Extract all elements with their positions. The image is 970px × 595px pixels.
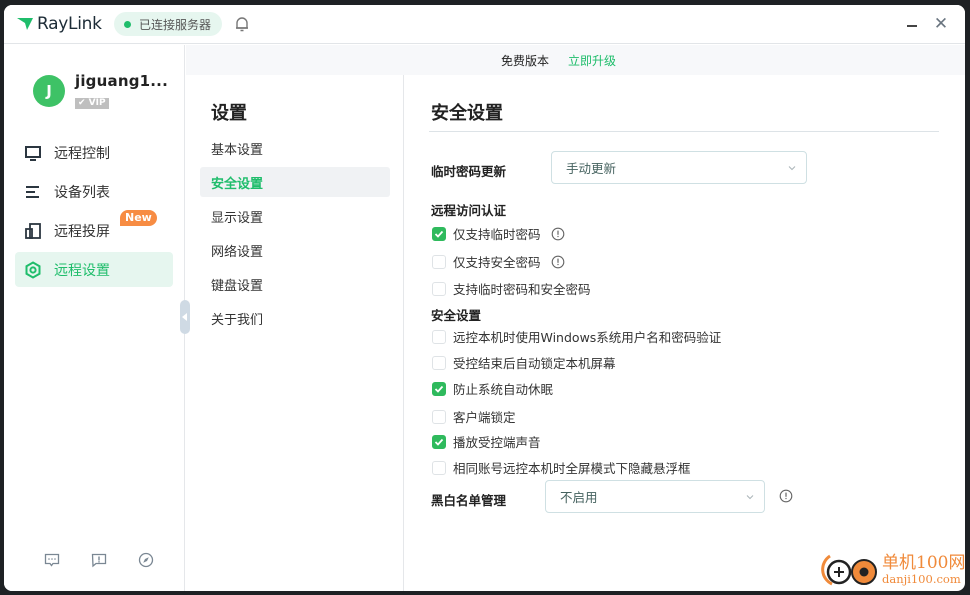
settings-menu-list: 基本设置 安全设置 显示设置 网络设置 键盘设置 关于我们 [200, 133, 390, 337]
watermark-logo-icon [821, 554, 877, 586]
compass-icon[interactable] [138, 552, 154, 568]
option-label: 播放受控端声音 [453, 435, 541, 450]
checkbox-checked[interactable] [432, 226, 446, 241]
monitor-icon [25, 145, 41, 161]
connection-status-badge: 已连接服务器 [114, 12, 223, 36]
sidebar: J jiguang1... ✔ VIP 远程控制 设备列表 远程投屏 New 远… [4, 45, 185, 591]
user-name: jiguang1... [75, 72, 168, 90]
user-profile[interactable]: J jiguang1... ✔ VIP [33, 72, 168, 109]
watermark-cn: 单机100网 [882, 552, 966, 573]
checkbox-checked[interactable] [432, 434, 446, 449]
option-client-lock[interactable]: 客户端锁定 [432, 407, 516, 426]
sidebar-item-label: 远程设置 [54, 262, 110, 279]
settings-menu-title: 设置 [211, 103, 247, 124]
raylink-logo: RayLink [16, 14, 102, 34]
menu-item-keyboard[interactable]: 键盘设置 [200, 269, 390, 299]
checkbox-unchecked[interactable] [432, 281, 446, 296]
option-both-passwords[interactable]: 支持临时密码和安全密码 [432, 279, 591, 298]
checkbox-checked[interactable] [432, 381, 446, 396]
menu-item-about[interactable]: 关于我们 [200, 303, 390, 333]
edition-banner: 免费版本 立即升级 [186, 45, 965, 75]
main-nav: 远程控制 设备列表 远程投屏 New 远程设置 [15, 135, 173, 291]
status-dot-icon [124, 20, 131, 28]
temp-password-update-select[interactable]: 手动更新 [551, 151, 807, 184]
app-window: RayLink 已连接服务器 ✕ J jiguang1... ✔ VIP 远程控… [4, 5, 965, 591]
list-icon [26, 185, 39, 198]
title-bar: RayLink 已连接服务器 ✕ [4, 5, 965, 44]
sidebar-item-label: 远程投屏 [54, 223, 110, 240]
sidebar-item-label: 远程控制 [54, 145, 110, 162]
option-label: 防止系统自动休眠 [453, 382, 554, 397]
upgrade-link[interactable]: 立即升级 [568, 52, 616, 69]
checkbox-unchecked[interactable] [432, 254, 446, 269]
watermark-en: danji100.com [882, 571, 961, 586]
minimize-button[interactable] [904, 17, 920, 33]
option-label: 仅支持安全密码 [453, 255, 541, 270]
sidebar-item-screen-cast[interactable]: 远程投屏 New [15, 210, 173, 248]
option-label: 支持临时密码和安全密码 [453, 282, 591, 297]
close-button[interactable]: ✕ [932, 15, 950, 33]
option-label: 相同账号远控本机时全屏模式下隐藏悬浮框 [453, 461, 691, 476]
new-badge: New [120, 210, 157, 226]
option-secure-password-only[interactable]: 仅支持安全密码 [432, 252, 565, 271]
option-prevent-sleep[interactable]: 防止系统自动休眠 [432, 379, 553, 398]
chevron-down-icon [746, 495, 754, 500]
chevron-down-icon [788, 166, 796, 171]
sidebar-item-device-list[interactable]: 设备列表 [15, 174, 173, 209]
bell-icon[interactable] [234, 15, 250, 33]
info-icon[interactable] [551, 255, 565, 269]
feedback-icon[interactable] [91, 552, 107, 568]
temp-password-update-value: 手动更新 [566, 161, 617, 176]
menu-item-basic[interactable]: 基本设置 [200, 133, 390, 163]
watermark: 单机100网 danji100.com [820, 550, 965, 590]
info-icon[interactable] [779, 489, 793, 503]
sidebar-item-remote-settings[interactable]: 远程设置 [15, 252, 173, 287]
vip-badge: ✔ VIP [75, 98, 109, 109]
menu-item-network[interactable]: 网络设置 [200, 235, 390, 265]
remote-auth-title: 远程访问认证 [431, 203, 507, 218]
option-windows-auth[interactable]: 远控本机时使用Windows系统用户名和密码验证 [432, 327, 721, 346]
avatar[interactable]: J [33, 74, 65, 107]
sidebar-item-label: 设备列表 [54, 184, 110, 201]
connection-status-text: 已连接服务器 [139, 17, 212, 32]
checkbox-unchecked[interactable] [432, 329, 446, 344]
edition-label: 免费版本 [501, 53, 550, 68]
option-temp-password-only[interactable]: 仅支持临时密码 [432, 224, 565, 243]
sidebar-bottom-icons [44, 552, 154, 568]
sidebar-item-remote-control[interactable]: 远程控制 [15, 135, 173, 170]
blacklist-value: 不启用 [560, 490, 598, 505]
option-label: 仅支持临时密码 [453, 227, 541, 242]
temp-password-update-label: 临时密码更新 [431, 164, 507, 179]
checkbox-unchecked[interactable] [432, 355, 446, 370]
option-label: 客户端锁定 [453, 410, 516, 425]
menu-item-display[interactable]: 显示设置 [200, 201, 390, 231]
screen-cast-icon [25, 222, 41, 239]
checkbox-unchecked[interactable] [432, 460, 446, 475]
option-label: 远控本机时使用Windows系统用户名和密码验证 [453, 330, 722, 345]
settings-menu: 设置 基本设置 安全设置 显示设置 网络设置 键盘设置 关于我们 [186, 75, 404, 591]
option-auto-lock[interactable]: 受控结束后自动锁定本机屏幕 [432, 353, 616, 372]
blacklist-select[interactable]: 不启用 [545, 480, 765, 513]
chat-icon[interactable] [44, 552, 60, 568]
security-group-title: 安全设置 [431, 308, 482, 323]
menu-item-security[interactable]: 安全设置 [200, 167, 390, 197]
app-name: RayLink [37, 14, 102, 34]
checkbox-unchecked[interactable] [432, 409, 446, 424]
option-label: 受控结束后自动锁定本机屏幕 [453, 356, 616, 371]
info-icon[interactable] [551, 227, 565, 241]
settings-hex-icon [25, 260, 41, 279]
raylink-logo-icon [16, 18, 33, 31]
blacklist-label: 黑白名单管理 [431, 493, 507, 508]
page-title: 安全设置 [431, 103, 503, 124]
security-settings-panel: 安全设置 临时密码更新 手动更新 远程访问认证 仅支持临时密码 仅支持安全密码 … [405, 75, 965, 591]
option-hide-floating-box[interactable]: 相同账号远控本机时全屏模式下隐藏悬浮框 [432, 458, 691, 477]
option-play-remote-sound[interactable]: 播放受控端声音 [432, 432, 541, 451]
title-divider [429, 131, 939, 132]
